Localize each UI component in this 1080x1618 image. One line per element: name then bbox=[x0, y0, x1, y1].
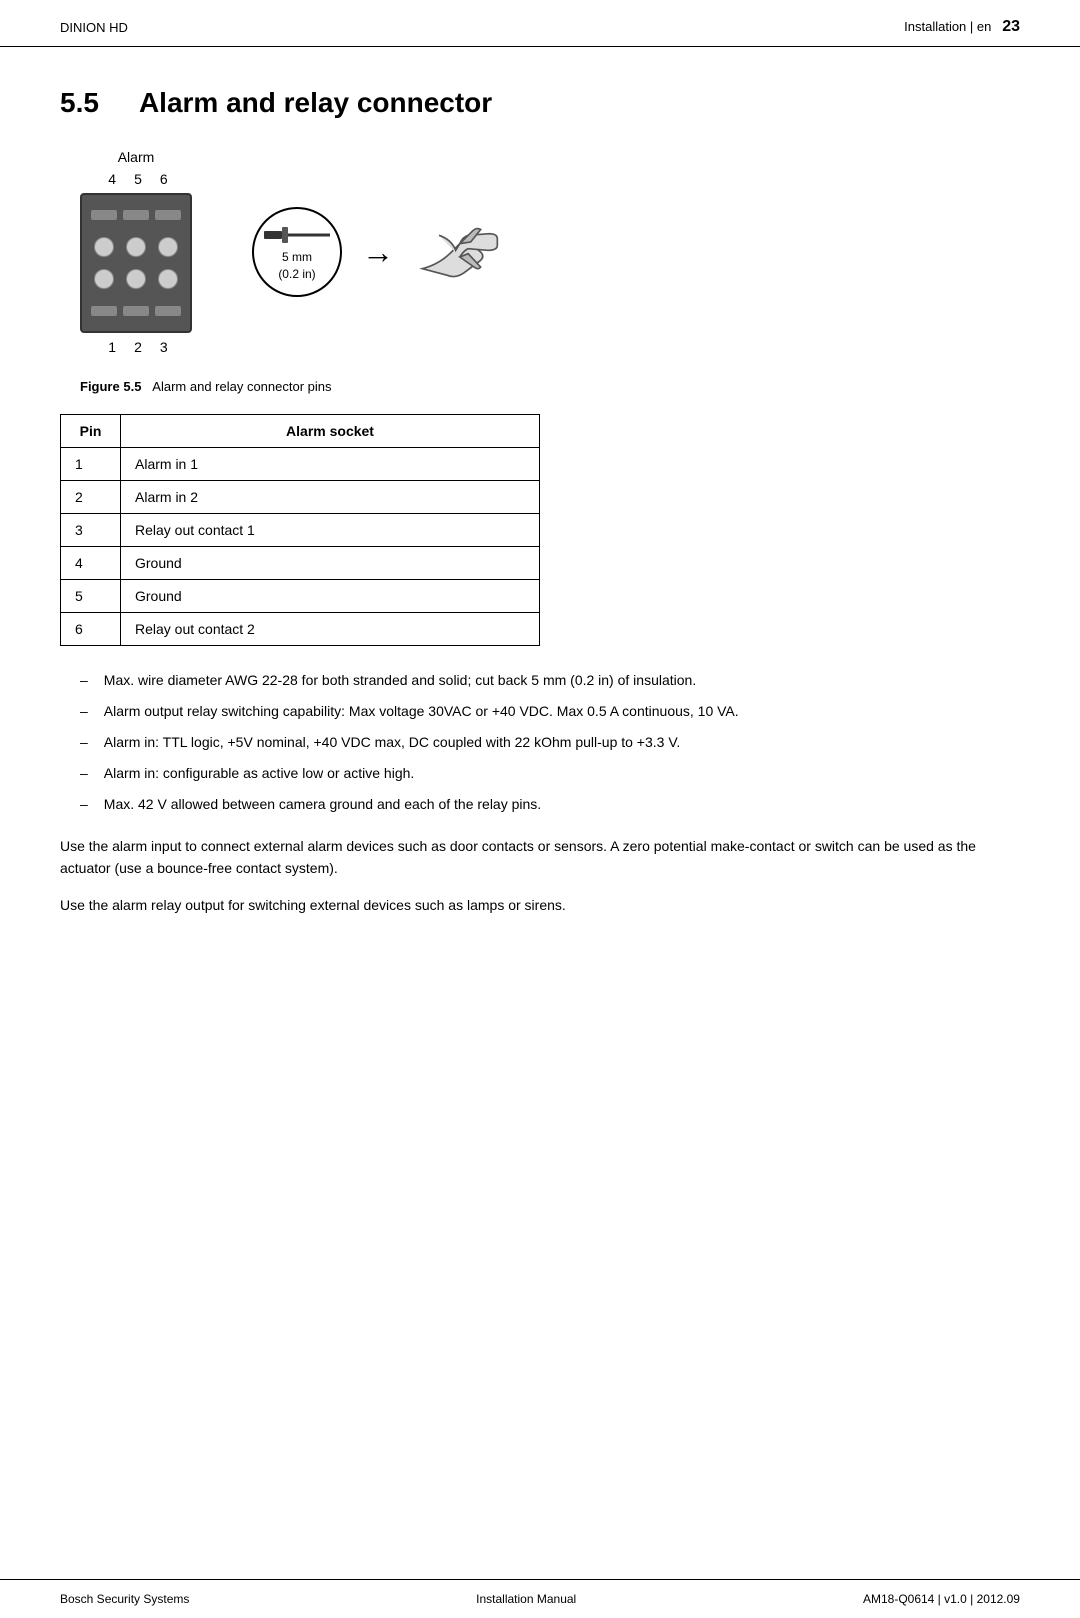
table-cell-socket: Alarm in 1 bbox=[121, 448, 540, 481]
bullet-text: Alarm output relay switching capability:… bbox=[104, 701, 1020, 722]
pliers-svg bbox=[414, 222, 514, 282]
table-cell-socket: Relay out contact 1 bbox=[121, 514, 540, 547]
pin-top-4: 4 bbox=[108, 171, 116, 187]
body-paragraph: Use the alarm input to connect external … bbox=[60, 835, 1020, 880]
header-right-label: Installation | en bbox=[904, 19, 991, 34]
section-number: 5.5 bbox=[60, 87, 99, 119]
pin-bottom-1: 1 bbox=[108, 339, 116, 355]
pin-table: Pin Alarm socket 1Alarm in 12Alarm in 23… bbox=[60, 414, 540, 646]
wire-plug-svg bbox=[262, 221, 332, 249]
arrow-right-icon: → bbox=[362, 234, 394, 271]
pin-bar bbox=[123, 306, 149, 316]
paragraphs-container: Use the alarm input to connect external … bbox=[60, 835, 1020, 916]
header-left: DINION HD bbox=[60, 20, 128, 35]
table-cell-pin: 6 bbox=[61, 613, 121, 646]
pin-circle-2 bbox=[126, 237, 146, 257]
pin-numbers-top: 4 5 6 bbox=[104, 171, 167, 187]
list-item: –Alarm output relay switching capability… bbox=[80, 701, 1020, 722]
connector-diagram: Alarm 4 5 6 bbox=[80, 149, 192, 355]
pin-bar bbox=[123, 210, 149, 220]
footer-left: Bosch Security Systems bbox=[60, 1592, 189, 1606]
table-row: 4Ground bbox=[61, 547, 540, 580]
pin-circle-3 bbox=[158, 237, 178, 257]
bullet-dash-icon: – bbox=[80, 701, 88, 722]
table-header-socket: Alarm socket bbox=[121, 415, 540, 448]
bullet-list: –Max. wire diameter AWG 22-28 for both s… bbox=[60, 670, 1020, 815]
table-header-row: Pin Alarm socket bbox=[61, 415, 540, 448]
wire-diagram: 5 mm (0.2 in) → bbox=[252, 207, 514, 297]
diagram-area: Alarm 4 5 6 bbox=[60, 149, 1020, 355]
pin-bottom-3: 3 bbox=[160, 339, 168, 355]
table-row: 2Alarm in 2 bbox=[61, 481, 540, 514]
pin-bar bbox=[155, 210, 181, 220]
table-cell-socket: Ground bbox=[121, 547, 540, 580]
header-right: Installation | en 23 bbox=[904, 18, 1020, 36]
pin-top-6: 6 bbox=[160, 171, 168, 187]
table-cell-pin: 1 bbox=[61, 448, 121, 481]
table-cell-socket: Alarm in 2 bbox=[121, 481, 540, 514]
figure-caption: Figure 5.5 Alarm and relay connector pin… bbox=[60, 379, 1020, 394]
table-header-pin: Pin bbox=[61, 415, 121, 448]
table-cell-pin: 3 bbox=[61, 514, 121, 547]
table-cell-pin: 4 bbox=[61, 547, 121, 580]
list-item: –Alarm in: TTL logic, +5V nominal, +40 V… bbox=[80, 732, 1020, 753]
page-number: 23 bbox=[1002, 18, 1020, 35]
pin-top-5: 5 bbox=[134, 171, 142, 187]
pin-circle-4 bbox=[94, 269, 114, 289]
figure-label: Figure 5.5 bbox=[80, 379, 145, 394]
list-item: –Max. 42 V allowed between camera ground… bbox=[80, 794, 1020, 815]
list-item: –Alarm in: configurable as active low or… bbox=[80, 763, 1020, 784]
body-paragraph: Use the alarm relay output for switching… bbox=[60, 894, 1020, 916]
pin-circle-5 bbox=[126, 269, 146, 289]
bullet-dash-icon: – bbox=[80, 732, 88, 753]
bullet-text: Max. wire diameter AWG 22-28 for both st… bbox=[104, 670, 1020, 691]
table-row: 6Relay out contact 2 bbox=[61, 613, 540, 646]
pin-numbers-bottom: 1 2 3 bbox=[104, 339, 167, 355]
bullet-text: Alarm in: configurable as active low or … bbox=[104, 763, 1020, 784]
bullet-dash-icon: – bbox=[80, 670, 88, 691]
table-row: 1Alarm in 1 bbox=[61, 448, 540, 481]
bullet-dash-icon: – bbox=[80, 794, 88, 815]
page-header: DINION HD Installation | en 23 bbox=[0, 0, 1080, 47]
table-cell-socket: Relay out contact 2 bbox=[121, 613, 540, 646]
pin-bar bbox=[155, 306, 181, 316]
page-container: DINION HD Installation | en 23 5.5 Alarm… bbox=[0, 0, 1080, 1618]
pin-circle-1 bbox=[94, 237, 114, 257]
section-title: Alarm and relay connector bbox=[139, 87, 492, 119]
table-cell-pin: 5 bbox=[61, 580, 121, 613]
bullet-text: Alarm in: TTL logic, +5V nominal, +40 VD… bbox=[104, 732, 1020, 753]
list-item: –Max. wire diameter AWG 22-28 for both s… bbox=[80, 670, 1020, 691]
pin-bar bbox=[91, 210, 117, 220]
table-row: 5Ground bbox=[61, 580, 540, 613]
table-cell-pin: 2 bbox=[61, 481, 121, 514]
footer-center: Installation Manual bbox=[476, 1592, 576, 1606]
pin-circle-6 bbox=[158, 269, 178, 289]
table-row: 3Relay out contact 1 bbox=[61, 514, 540, 547]
footer-right: AM18-Q0614 | v1.0 | 2012.09 bbox=[863, 1592, 1020, 1606]
pin-bar bbox=[91, 306, 117, 316]
section-heading: 5.5 Alarm and relay connector bbox=[60, 87, 1020, 119]
connector-body bbox=[80, 193, 192, 333]
bullet-dash-icon: – bbox=[80, 763, 88, 784]
bullet-text: Max. 42 V allowed between camera ground … bbox=[104, 794, 1020, 815]
pin-bottom-2: 2 bbox=[134, 339, 142, 355]
page-footer: Bosch Security Systems Installation Manu… bbox=[0, 1579, 1080, 1618]
alarm-label: Alarm bbox=[118, 149, 155, 165]
wire-size-circle: 5 mm (0.2 in) bbox=[252, 207, 342, 297]
figure-caption-text: Alarm and relay connector pins bbox=[152, 379, 331, 394]
table-cell-socket: Ground bbox=[121, 580, 540, 613]
wire-size-text: 5 mm (0.2 in) bbox=[278, 249, 315, 283]
main-content: 5.5 Alarm and relay connector Alarm 4 5 … bbox=[0, 47, 1080, 1579]
